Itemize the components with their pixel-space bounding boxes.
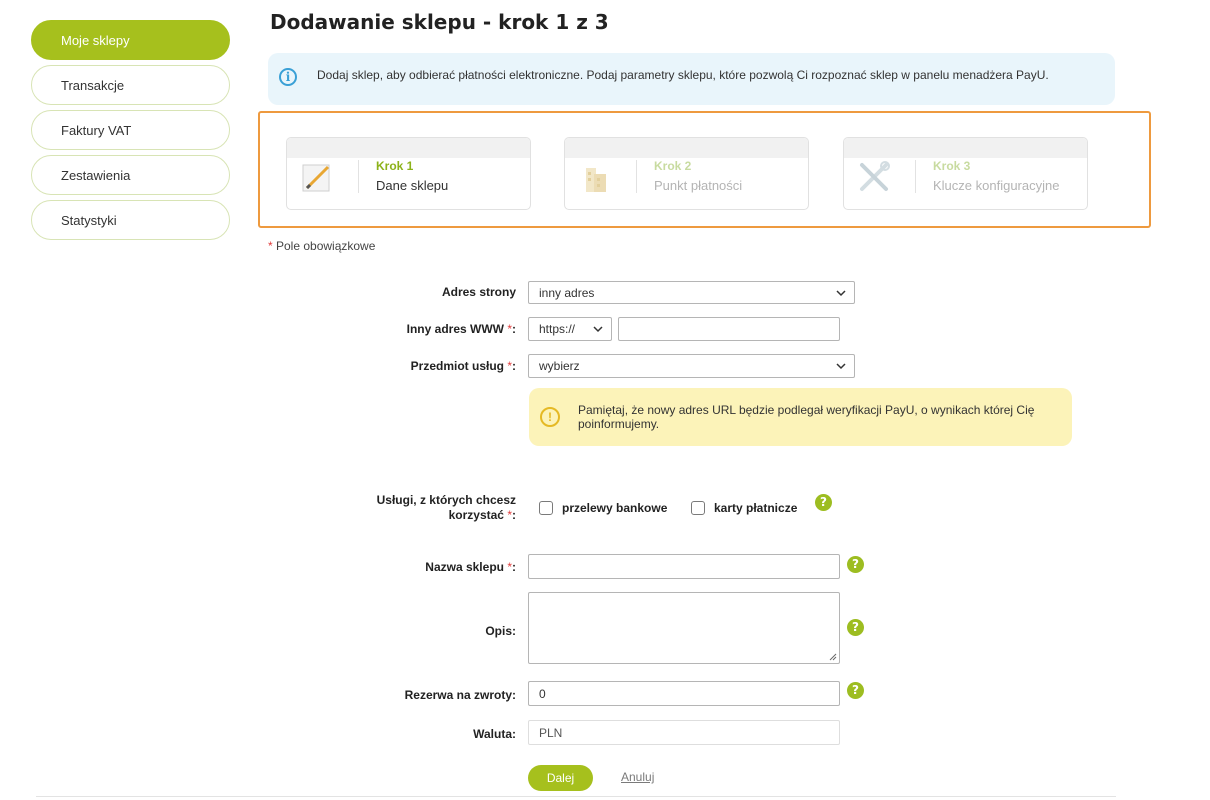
sidebar-item-zestawienia[interactable]: Zestawienia bbox=[31, 155, 230, 195]
required-star: * bbox=[503, 359, 512, 373]
shop-name-label: Nazwa sklepu *: bbox=[425, 560, 516, 574]
refund-reserve-label: Rezerwa na zwroty: bbox=[404, 688, 516, 702]
www-label-text: Inny adres WWW bbox=[406, 322, 504, 336]
required-note-text: Pole obowiązkowe bbox=[272, 239, 376, 253]
sidebar-item-label: Statystyki bbox=[61, 212, 117, 228]
step-number: Krok 1 bbox=[376, 159, 414, 173]
sidebar-item-faktury-vat[interactable]: Faktury VAT bbox=[31, 110, 230, 150]
currency-label: Waluta: bbox=[473, 727, 516, 741]
subject-select[interactable]: wybierz bbox=[528, 354, 855, 378]
label-colon: : bbox=[512, 508, 516, 522]
protocol-select[interactable]: https:// bbox=[528, 317, 612, 341]
step-name: Punkt płatności bbox=[654, 178, 743, 193]
address-label-text: Adres strony bbox=[441, 285, 516, 299]
sidebar-item-label: Faktury VAT bbox=[61, 122, 132, 138]
address-label: Adres strony bbox=[442, 285, 516, 299]
step-number: Krok 2 bbox=[654, 159, 692, 173]
services-label-line1: Usługi, z których chcesz bbox=[376, 493, 516, 507]
info-banner: i Dodaj sklep, aby odbierać płatności el… bbox=[268, 53, 1115, 105]
www-label: Inny adres WWW *: bbox=[407, 322, 516, 336]
services-label-line2: korzystać bbox=[448, 508, 504, 522]
description-textarea[interactable] bbox=[528, 592, 840, 664]
step-card-2: Krok 2 Punkt płatności bbox=[564, 137, 809, 210]
step-divider bbox=[358, 160, 359, 193]
shop-name-input[interactable] bbox=[528, 554, 840, 579]
sidebar-item-statystyki[interactable]: Statystyki bbox=[31, 200, 230, 240]
step-divider bbox=[915, 160, 916, 193]
label-colon: : bbox=[512, 322, 516, 336]
currency-field: PLN bbox=[528, 720, 840, 745]
refund-reserve-help-icon[interactable]: ? bbox=[847, 682, 864, 699]
page-title: Dodawanie sklepu - krok 1 z 3 bbox=[270, 10, 609, 34]
services-help-icon[interactable]: ? bbox=[815, 494, 832, 511]
refund-reserve-input[interactable]: 0 bbox=[528, 681, 840, 706]
step-card-3: Krok 3 Klucze konfiguracyjne bbox=[843, 137, 1088, 210]
label-colon: : bbox=[512, 359, 516, 373]
shop-name-label-text: Nazwa sklepu bbox=[425, 560, 504, 574]
warning-text: Pamiętaj, że nowy adres URL będzie podle… bbox=[578, 403, 1035, 431]
description-label: Opis: bbox=[485, 624, 516, 638]
refund-reserve-value: 0 bbox=[539, 686, 546, 701]
sidebar-item-label: Transakcje bbox=[61, 77, 125, 93]
cancel-link[interactable]: Anuluj bbox=[621, 770, 654, 784]
description-help-icon[interactable]: ? bbox=[847, 619, 864, 636]
sidebar-item-label: Zestawienia bbox=[61, 167, 131, 183]
step-name: Dane sklepu bbox=[376, 178, 449, 193]
info-icon: i bbox=[279, 68, 297, 86]
sidebar-nav: Moje sklepy Transakcje Faktury VAT Zesta… bbox=[31, 20, 230, 245]
sidebar-item-moje-sklepy[interactable]: Moje sklepy bbox=[31, 20, 230, 60]
warning-icon: ! bbox=[540, 407, 560, 427]
sidebar-item-label: Moje sklepy bbox=[61, 32, 130, 48]
info-text: Dodaj sklep, aby odbierać płatności elek… bbox=[317, 68, 1049, 82]
bottom-divider bbox=[36, 796, 1116, 797]
card-payments-label[interactable]: karty płatnicze bbox=[714, 501, 797, 515]
step-name: Klucze konfiguracyjne bbox=[933, 178, 1060, 193]
address-select[interactable]: inny adres bbox=[528, 281, 855, 304]
tools-icon bbox=[860, 161, 890, 191]
step-card-1: Krok 1 Dane sklepu bbox=[286, 137, 531, 210]
subject-label-text: Przedmiot usług bbox=[410, 359, 504, 373]
chevron-down-icon bbox=[836, 289, 846, 296]
building-icon bbox=[586, 168, 606, 192]
required-star: * bbox=[503, 560, 512, 574]
next-button[interactable]: Dalej bbox=[528, 765, 593, 791]
protocol-select-value: https:// bbox=[539, 322, 576, 336]
pencil-icon bbox=[302, 164, 330, 192]
currency-value: PLN bbox=[539, 725, 563, 740]
sidebar-item-transakcje[interactable]: Transakcje bbox=[31, 65, 230, 105]
subject-label: Przedmiot usług *: bbox=[411, 359, 516, 373]
step-number: Krok 3 bbox=[933, 159, 971, 173]
bank-transfer-checkbox[interactable] bbox=[539, 501, 553, 515]
subject-select-value: wybierz bbox=[539, 359, 580, 373]
address-select-value: inny adres bbox=[539, 285, 595, 300]
services-label: Usługi, z których chcesz korzystać *: bbox=[377, 493, 516, 523]
chevron-down-icon bbox=[593, 326, 603, 333]
resize-grip-icon[interactable] bbox=[829, 653, 837, 661]
required-star: * bbox=[503, 508, 512, 522]
chevron-down-icon bbox=[836, 363, 846, 370]
step-divider bbox=[636, 160, 637, 193]
shop-name-help-icon[interactable]: ? bbox=[847, 556, 864, 573]
label-colon: : bbox=[512, 560, 516, 574]
required-note: * Pole obowiązkowe bbox=[268, 239, 375, 253]
required-star: * bbox=[503, 322, 512, 336]
warning-banner: ! Pamiętaj, że nowy adres URL będzie pod… bbox=[529, 388, 1072, 446]
www-input[interactable] bbox=[618, 317, 840, 341]
bank-transfer-label[interactable]: przelewy bankowe bbox=[562, 501, 667, 515]
card-payments-checkbox[interactable] bbox=[691, 501, 705, 515]
